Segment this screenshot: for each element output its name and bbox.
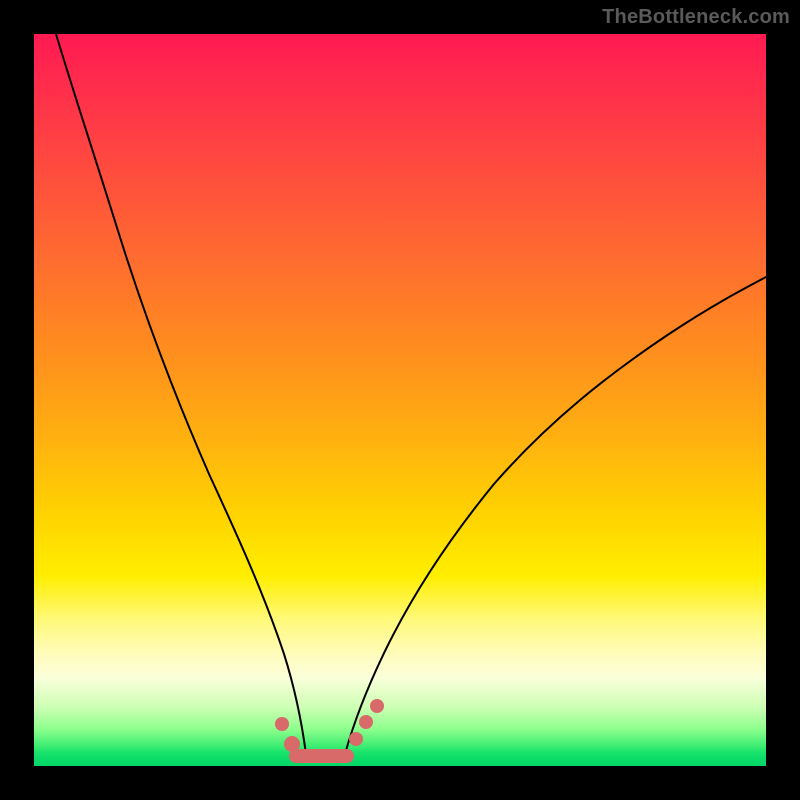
marker-right-2 — [359, 715, 373, 729]
plot-area — [34, 34, 766, 766]
marker-left-1 — [275, 717, 289, 731]
chart-frame: TheBottleneck.com — [0, 0, 800, 800]
watermark-text: TheBottleneck.com — [602, 6, 790, 29]
curve-right-branch — [345, 277, 766, 754]
marker-right-3 — [370, 699, 384, 713]
marker-right-1 — [349, 732, 363, 746]
curve-left-branch — [56, 34, 306, 754]
curve-svg — [34, 34, 766, 766]
